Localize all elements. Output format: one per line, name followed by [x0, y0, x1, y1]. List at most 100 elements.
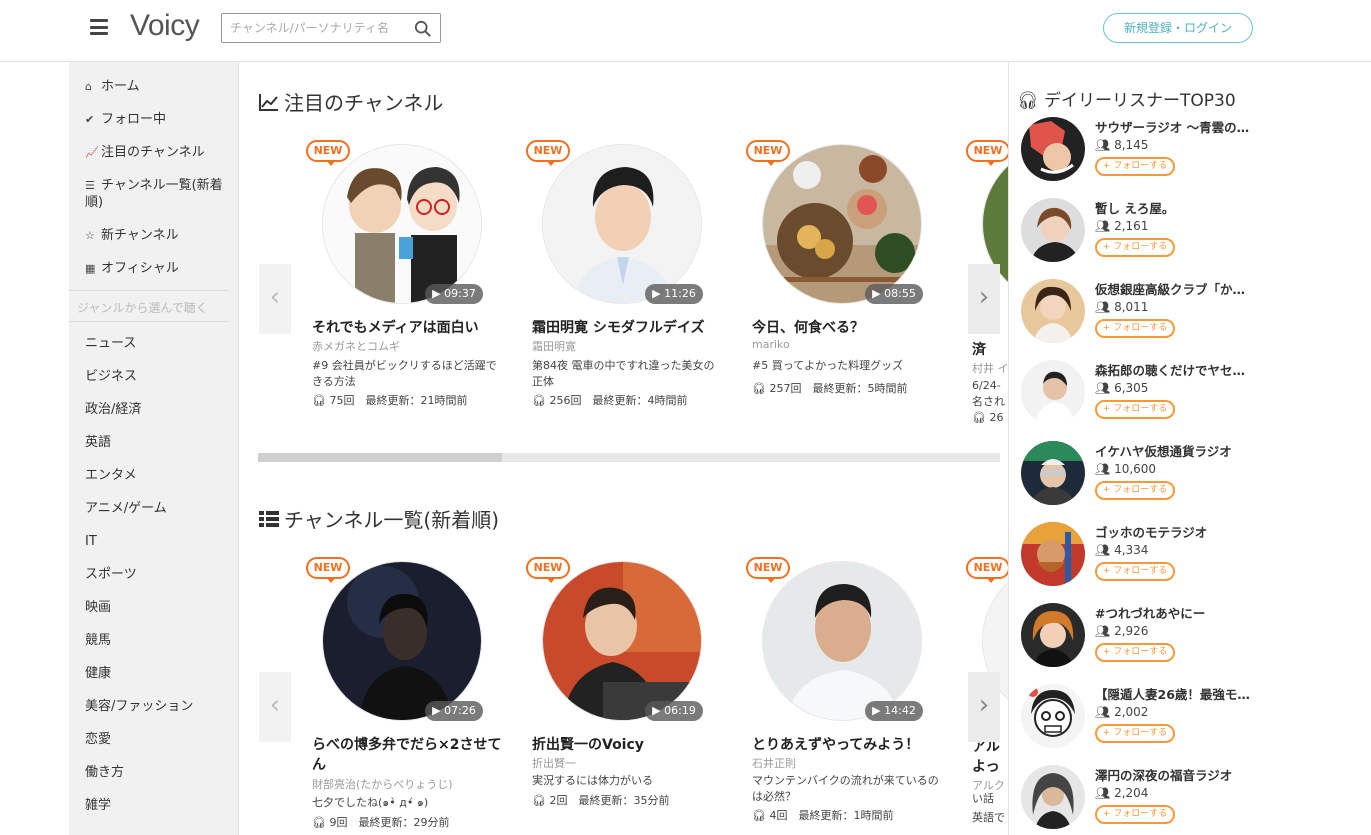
follow-button[interactable]: + フォローする: [1095, 643, 1175, 662]
avatar[interactable]: [1021, 198, 1085, 262]
episode-title[interactable]: い話: [972, 791, 1008, 807]
episode-title[interactable]: 6/24- 名され: [972, 378, 1008, 410]
sidebar-genre[interactable]: 政治/経済: [85, 401, 225, 418]
channel-card[interactable]: NEW ▶ 07:26 らべの博多弁でだら×2させてん 財部亮治(たからべりょう…: [306, 557, 520, 835]
channel-title[interactable]: らべの博多弁でだら×2させてん: [312, 735, 502, 775]
ranking-item[interactable]: 【隠遁人妻26歳！最強モ… 👥︎ 2,002 + フォローする: [1021, 684, 1361, 754]
channel-card[interactable]: NEW ▶ 11:26 霜田明寛 シモダフルデイズ 霜田明寛 第84夜 電車の中…: [526, 140, 740, 442]
channel-title[interactable]: 済: [972, 340, 1008, 360]
avatar[interactable]: [1021, 522, 1085, 586]
follow-button[interactable]: + フォローする: [1095, 481, 1175, 500]
sidebar-genre[interactable]: 競馬: [85, 632, 225, 649]
ranking-channel-name[interactable]: 暫し えろ屋。: [1095, 198, 1255, 217]
episode-title[interactable]: 七夕でしたね(๑•̀ д•́ ๑): [312, 795, 502, 811]
sidebar-genre[interactable]: エンタメ: [85, 467, 225, 484]
channel-title[interactable]: 折出賢一のVoicy: [532, 735, 722, 755]
sidebar-item-channel-list[interactable]: ☰ チャンネル一覧(新着順): [85, 177, 225, 211]
sidebar-genre[interactable]: ビジネス: [85, 368, 225, 385]
search-input[interactable]: [222, 14, 402, 42]
carousel-scrollbar[interactable]: [258, 453, 1000, 462]
sidebar-item-featured[interactable]: 📈 注目のチャンネル: [85, 144, 225, 161]
avatar[interactable]: [1021, 360, 1085, 424]
follow-button[interactable]: + フォローする: [1095, 805, 1175, 824]
sidebar-genre[interactable]: ニュース: [85, 335, 225, 352]
channel-card[interactable]: NEW ▶ 06:19 折出賢一のVoicy 折出賢一 実況するには体力がいる …: [526, 557, 740, 835]
channel-title[interactable]: とりあえずやってみよう！: [752, 735, 942, 755]
channel-title[interactable]: 今日、何食べる？: [752, 318, 942, 338]
avatar[interactable]: [1021, 279, 1085, 343]
sidebar-genre[interactable]: IT: [85, 533, 225, 550]
listener-count: 👥︎ 2,161: [1095, 219, 1148, 233]
signup-login-button[interactable]: 新規登録・ログイン: [1103, 13, 1253, 43]
avatar[interactable]: [1021, 684, 1085, 748]
sidebar-genre[interactable]: 映画: [85, 599, 225, 616]
channel-card[interactable]: NEW ▶ 14:42 とりあえずやってみよう！ 石井正則 マウンテンバイクの流…: [746, 557, 960, 835]
channel-thumbnail[interactable]: [542, 144, 702, 304]
list-icon: [259, 511, 279, 527]
avatar[interactable]: [1021, 603, 1085, 667]
ranking-channel-name[interactable]: ゴッホのモテラジオ: [1095, 522, 1255, 541]
ranking-channel-name[interactable]: サウザーラジオ ～青雲の…: [1095, 117, 1255, 136]
follow-button[interactable]: + フォローする: [1095, 157, 1175, 176]
channel-thumbnail[interactable]: [322, 144, 482, 304]
follow-button[interactable]: + フォローする: [1095, 238, 1175, 257]
avatar[interactable]: [1021, 441, 1085, 505]
sidebar-genre[interactable]: 働き方: [85, 764, 225, 781]
sidebar-item-new-channels[interactable]: ☆ 新チャンネル: [85, 227, 225, 244]
episode-title[interactable]: #9 会社員がビックリするほど活躍できる方法: [312, 358, 502, 390]
sidebar-genre[interactable]: 恋愛: [85, 731, 225, 748]
ranking-channel-name[interactable]: #つれづれあやにー: [1095, 603, 1255, 622]
channel-thumbnail[interactable]: [542, 561, 702, 721]
sidebar-item-following[interactable]: ✔ フォロー中: [85, 111, 225, 128]
channel-thumbnail[interactable]: [762, 561, 922, 721]
ranking-channel-name[interactable]: 【隠遁人妻26歳！最強モ…: [1095, 684, 1255, 703]
follow-button[interactable]: + フォローする: [1095, 400, 1175, 419]
follow-button[interactable]: + フォローする: [1095, 319, 1175, 338]
voicy-logo[interactable]: Voicy: [130, 9, 200, 43]
ranking-channel-name[interactable]: 森拓郎の聴くだけでヤセ…: [1095, 360, 1255, 379]
episode-title[interactable]: マウンテンバイクの流れが来ているのは必然？: [752, 773, 942, 805]
sidebar-genre[interactable]: 雑学: [85, 797, 225, 814]
ranking-item[interactable]: 暫し えろ屋。 👥︎ 2,161 + フォローする: [1021, 198, 1361, 268]
ranking-item[interactable]: #つれづれあやにー 👥︎ 2,926 + フォローする: [1021, 603, 1361, 673]
ranking-channel-name[interactable]: 澤円の深夜の福音ラジオ: [1095, 765, 1255, 784]
episode-title[interactable]: 実況するには体力がいる: [532, 773, 722, 789]
ranking-item[interactable]: 仮想銀座高級クラブ「か… 👥︎ 8,011 + フォローする: [1021, 279, 1361, 349]
channel-title[interactable]: アル よっ: [972, 737, 1008, 777]
follow-button[interactable]: + フォローする: [1095, 562, 1175, 581]
channel-thumbnail[interactable]: [322, 561, 482, 721]
sidebar-genre[interactable]: アニメ/ゲーム: [85, 500, 225, 517]
channel-thumbnail[interactable]: [762, 144, 922, 304]
ranking-item[interactable]: イケハヤ仮想通貨ラジオ 👥︎ 10,600 + フォローする: [1021, 441, 1361, 511]
avatar[interactable]: [1021, 117, 1085, 181]
ranking-item[interactable]: 森拓郎の聴くだけでヤセ… 👥︎ 6,305 + フォローする: [1021, 360, 1361, 430]
sidebar-genre[interactable]: スポーツ: [85, 566, 225, 583]
featured-prev-arrow[interactable]: ‹: [259, 264, 291, 334]
episode-title[interactable]: 第84夜 電車の中ですれ違った美女の正体: [532, 358, 722, 390]
channel-card[interactable]: NEW ▶ 09:37 それでもメディアは面白い 赤メガネとコムギ #9 会社員…: [306, 140, 520, 442]
ranking-item[interactable]: 澤円の深夜の福音ラジオ 👥︎ 2,204 + フォローする: [1021, 765, 1361, 835]
sidebar-genre[interactable]: 美容/ファッション: [85, 698, 225, 715]
newest-prev-arrow[interactable]: ‹: [259, 672, 291, 742]
channel-card[interactable]: NEW ▶ 08:55 今日、何食べる？ mariko #5 買ってよかった料理…: [746, 140, 960, 442]
channel-title[interactable]: 霜田明寛 シモダフルデイズ: [532, 318, 722, 338]
featured-next-arrow[interactable]: ›: [968, 264, 1000, 334]
search-icon[interactable]: [414, 20, 432, 38]
follow-button[interactable]: + フォローする: [1095, 724, 1175, 743]
ranking-channel-name[interactable]: イケハヤ仮想通貨ラジオ: [1095, 441, 1255, 460]
episode-title[interactable]: #5 買ってよかった料理グッズ: [752, 358, 942, 374]
scrollbar-thumb[interactable]: [258, 453, 502, 462]
channel-title[interactable]: それでもメディアは面白い: [312, 318, 502, 338]
sidebar-item-home[interactable]: ⌂ ホーム: [85, 78, 225, 95]
menu-icon[interactable]: [90, 19, 108, 35]
ranking-item[interactable]: サウザーラジオ ～青雲の… 👥︎ 8,145 + フォローする: [1021, 117, 1361, 187]
ranking-channel-name[interactable]: 仮想銀座高級クラブ「か…: [1095, 279, 1255, 298]
ranking-item[interactable]: ゴッホのモテラジオ 👥︎ 4,334 + フォローする: [1021, 522, 1361, 592]
newest-next-arrow[interactable]: ›: [968, 672, 1000, 742]
avatar[interactable]: [1021, 765, 1085, 829]
sidebar-divider: [69, 321, 229, 322]
sidebar-genre[interactable]: 健康: [85, 665, 225, 682]
sidebar-item-official[interactable]: ▦ オフィシャル: [85, 260, 225, 277]
search-box[interactable]: [221, 13, 441, 43]
sidebar-genre[interactable]: 英語: [85, 434, 225, 451]
